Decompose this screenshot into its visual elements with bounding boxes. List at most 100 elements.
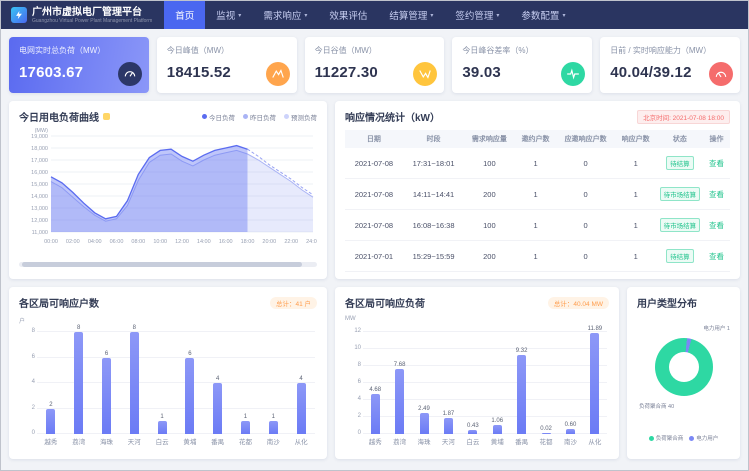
bar-category-label: 荔湾 [393, 434, 406, 446]
table-row: 2021-07-0115:29~15:59200101待结算查看 [345, 241, 730, 272]
y-tick-label: 8 [346, 362, 361, 368]
load-curve-legend: 今日负荷昨日负荷预测负荷 [202, 112, 317, 122]
bar-5[interactable]: 6黄埔 [176, 351, 204, 447]
kpi-today-peak[interactable]: 今日峰值（MW）18415.52 [157, 37, 297, 93]
legend-dot-icon [649, 436, 654, 441]
column-header: 应邀响应户数 [557, 130, 615, 148]
bar-rect [269, 421, 278, 434]
bar-3[interactable]: 1.87天河 [436, 411, 460, 446]
bar-0[interactable]: 4.68越秀 [363, 387, 387, 446]
bar-value-label: 0.02 [540, 426, 552, 432]
response-stats-title-text: 响应情况统计（kW） [345, 109, 440, 124]
bar-5[interactable]: 1.06黄埔 [485, 418, 509, 446]
column-header: 邀约户数 [514, 130, 556, 148]
gauge-icon [118, 62, 142, 86]
bar-7[interactable]: 1 花都 [232, 414, 260, 446]
kpi-grid-realtime-load[interactable]: 电网实时总负荷（MW）17603.67 [9, 37, 149, 93]
donut-legend-item-1[interactable]: 电力用户 [689, 434, 718, 442]
kpi-peak-valley-rate[interactable]: 今日峰谷差率（%）39.03 [452, 37, 592, 93]
view-link[interactable]: 查看 [709, 252, 724, 261]
bar-1[interactable]: 8荔湾 [65, 325, 93, 446]
bar-8[interactable]: 0.60南沙 [558, 422, 582, 446]
column-header: 状态 [657, 130, 703, 148]
logo[interactable]: 广州市虚拟电厂管理平台 Guangzhou Virtual Power Plan… [11, 7, 152, 24]
bar-rect [517, 355, 526, 434]
bar-9[interactable]: 4从化 [287, 376, 315, 446]
bar-value-label: 4.68 [369, 387, 381, 393]
kpi-label: 今日峰谷差率（%） [462, 45, 582, 56]
donut-ring[interactable] [655, 338, 713, 396]
bar-1[interactable]: 7.68荔湾 [387, 362, 411, 446]
households-title: 各区局可响应户数 [19, 295, 99, 310]
bar-7[interactable]: 0.02花都 [534, 426, 558, 446]
bar-value-label: 1 [244, 414, 247, 420]
svg-text:(MW): (MW) [35, 128, 49, 134]
app-root: 广州市虚拟电厂管理平台 Guangzhou Virtual Power Plan… [0, 0, 749, 471]
chevron-down-icon: ▾ [238, 12, 241, 19]
kpi-response-capacity[interactable]: 日前 / 实时响应能力（MW）40.04/39.12 [600, 37, 740, 93]
legend-item-1[interactable]: 昨日负荷 [243, 112, 276, 122]
bar-rect [46, 409, 55, 435]
bar-3[interactable]: 8天河 [120, 325, 148, 446]
bar-8[interactable]: 1南沙 [259, 414, 287, 446]
view-link[interactable]: 查看 [709, 190, 724, 199]
view-link[interactable]: 查看 [709, 159, 724, 168]
column-header: 需求响应量 [464, 130, 514, 148]
view-link[interactable]: 查看 [709, 221, 724, 230]
kpi-today-valley[interactable]: 今日谷值（MW）11227.30 [305, 37, 445, 93]
bar-9[interactable]: 11.89 从化 [583, 326, 607, 446]
nav-item-parameter-config[interactable]: 参数配置▾ [510, 1, 576, 29]
bar-category-label: 天河 [128, 434, 141, 446]
bar-6[interactable]: 4番禺 [204, 376, 232, 446]
table-cell: 2021-07-08 [345, 179, 403, 210]
bar-6[interactable]: 9.32番禺 [509, 348, 533, 446]
bar-value-label: 1 [160, 414, 163, 420]
bar-category-label: 荔湾 [72, 434, 85, 446]
pulse-icon [561, 62, 585, 86]
table-cell: 200 [464, 241, 514, 272]
bar-rect [185, 358, 194, 435]
bar-2[interactable]: 2.49海珠 [412, 406, 436, 446]
bar-category-label: 黄埔 [183, 434, 196, 446]
bar-value-label: 0.43 [467, 423, 479, 429]
bar-category-label: 从化 [588, 434, 601, 446]
bar-0[interactable]: 2越秀 [37, 402, 65, 447]
table-cell: 0 [557, 179, 615, 210]
nav-item-demand-response[interactable]: 需求响应▾ [252, 1, 318, 29]
nav-item-monitoring[interactable]: 监视▾ [205, 1, 252, 29]
legend-label: 负荷聚合商 [656, 434, 684, 442]
user-type-panel: 用户类型分布 电力用户 1 负荷聚合商 40 负荷聚合商电力用户 [627, 287, 740, 459]
donut-legend-item-0[interactable]: 负荷聚合商 [649, 434, 684, 442]
table-cell: 1 [614, 241, 656, 272]
bar-value-label: 11.89 [588, 326, 603, 332]
middle-row: 今日用电负荷曲线 今日负荷昨日负荷预测负荷 11,00012,00013,000… [9, 101, 740, 279]
y-tick-label: 0 [346, 430, 361, 436]
nav-item-label: 结算管理 [389, 8, 427, 22]
households-panel: 各区局可响应户数 总计：41 户 户024682越秀8荔湾6海珠8天河1白云6黄… [9, 287, 327, 459]
bar-2[interactable]: 6海珠 [93, 351, 121, 447]
table-cell: 17:31~18:01 [403, 148, 465, 179]
svg-text:02:00: 02:00 [66, 239, 80, 245]
chart-scrollbar-thumb[interactable] [22, 262, 302, 267]
svg-text:14:00: 14:00 [197, 239, 211, 245]
bar-4[interactable]: 0.43白云 [461, 423, 485, 446]
legend-item-0[interactable]: 今日负荷 [202, 112, 235, 122]
bar-category-label: 花都 [239, 434, 252, 446]
column-header: 时段 [403, 130, 465, 148]
load-curve-panel: 今日用电负荷曲线 今日负荷昨日负荷预测负荷 11,00012,00013,000… [9, 101, 327, 279]
chart-scrollbar[interactable] [19, 262, 317, 267]
status-badge: 待市场结算 [660, 218, 701, 232]
nav-item-home[interactable]: 首页 [164, 1, 205, 29]
bar-value-label: 1.06 [491, 418, 503, 424]
bar-rect [241, 421, 250, 434]
nav-item-contract-management[interactable]: 签约管理▾ [444, 1, 510, 29]
table-row: 2021-07-0814:11~14:41200101待市场结算查看 [345, 179, 730, 210]
nav-item-settlement-management[interactable]: 结算管理▾ [378, 1, 444, 29]
bar-rect [297, 383, 306, 434]
bar-4[interactable]: 1白云 [148, 414, 176, 446]
svg-text:04:00: 04:00 [88, 239, 102, 245]
table-cell: 1 [514, 148, 556, 179]
nav-item-effect-evaluation[interactable]: 效果评估 [318, 1, 378, 29]
legend-item-2[interactable]: 预测负荷 [284, 112, 317, 122]
status-badge: 待结算 [666, 156, 694, 170]
